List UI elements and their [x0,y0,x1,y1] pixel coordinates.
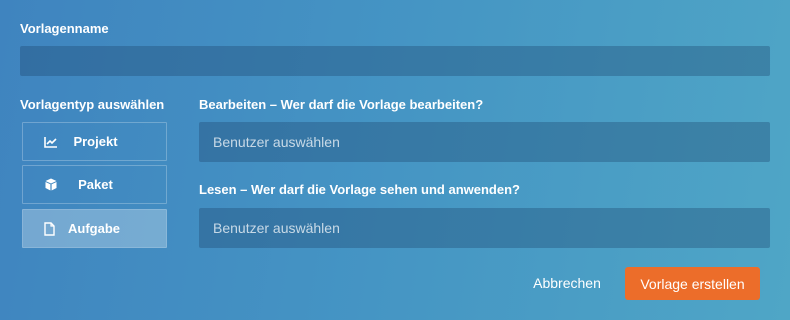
type-option-aufgabe[interactable]: Aufgabe [22,209,167,248]
type-option-label: Paket [78,177,113,192]
edit-permission-label: Bearbeiten – Wer darf die Vorlage bearbe… [199,97,484,112]
create-template-button[interactable]: Vorlage erstellen [625,267,760,300]
chart-line-icon [31,136,71,148]
template-type-label: Vorlagentyp auswählen [20,97,165,112]
template-name-label: Vorlagenname [20,21,109,36]
cube-icon [31,178,71,191]
read-permission-label: Lesen – Wer darf die Vorlage sehen und a… [199,182,520,197]
cancel-button[interactable]: Abbrechen [522,268,612,298]
type-option-label: Aufgabe [68,221,120,236]
document-icon [31,221,68,236]
type-option-paket[interactable]: Paket [22,165,167,204]
type-option-label: Projekt [73,134,118,149]
type-option-projekt[interactable]: Projekt [22,122,167,161]
edit-users-input[interactable] [199,122,770,162]
template-name-input[interactable] [20,46,770,76]
read-users-input[interactable] [199,208,770,248]
